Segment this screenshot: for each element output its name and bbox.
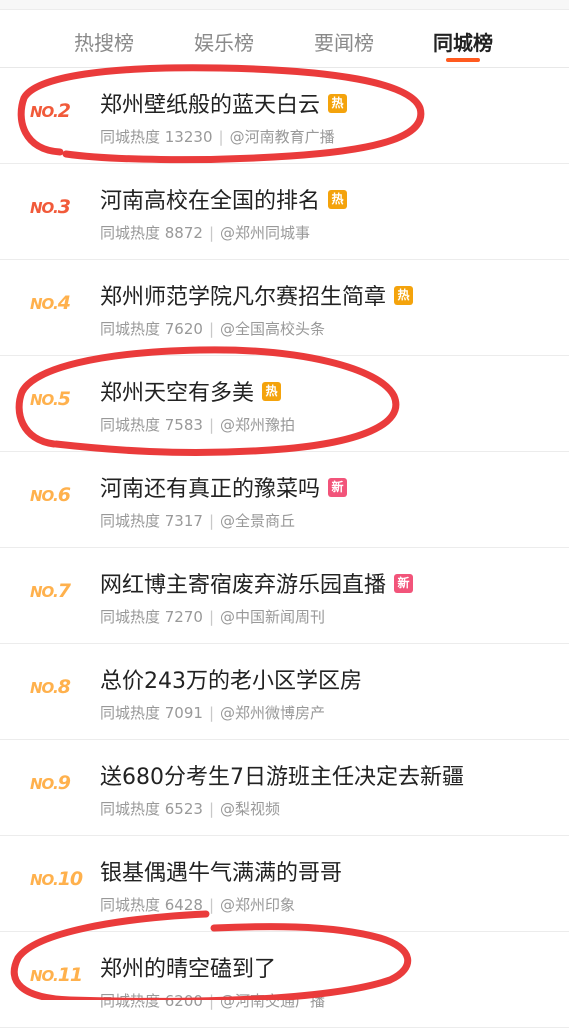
list-item[interactable]: NO.8 总价243万的老小区学区房 同城热度 7091 | @郑州微博房产 bbox=[0, 644, 569, 740]
source-account[interactable]: @梨视频 bbox=[220, 800, 280, 818]
rank-label: NO.4 bbox=[30, 292, 71, 314]
topic-meta: 同城热度 8872 | @郑州同城事 bbox=[100, 224, 311, 242]
source-account[interactable]: @郑州微博房产 bbox=[220, 704, 325, 722]
tab-entertainment[interactable]: 娱乐榜 bbox=[194, 27, 254, 56]
source-account[interactable]: @中国新闻周刊 bbox=[220, 608, 325, 626]
heat-value: 同城热度 7583 bbox=[100, 416, 203, 434]
list-item[interactable]: NO.5 郑州天空有多美热 同城热度 7583 | @郑州豫拍 bbox=[0, 356, 569, 452]
source-account[interactable]: @河南教育广播 bbox=[230, 128, 335, 146]
topic-title[interactable]: 网红博主寄宿废弃游乐园直播 bbox=[100, 573, 386, 598]
source-account[interactable]: @河南交通广播 bbox=[220, 992, 325, 1010]
topic-title[interactable]: 郑州师范学院凡尔赛招生简章 bbox=[100, 285, 386, 310]
rank-label: NO.2 bbox=[30, 100, 71, 122]
source-account[interactable]: @郑州印象 bbox=[220, 896, 295, 914]
rank-label: NO.11 bbox=[30, 964, 83, 986]
tab-news[interactable]: 要闻榜 bbox=[314, 27, 374, 56]
list-item[interactable]: NO.9 送680分考生7日游班主任决定去新疆 同城热度 6523 | @梨视频 bbox=[0, 740, 569, 836]
local-ranking-list: NO.2 郑州壁纸般的蓝天白云热 同城热度 13230 | @河南教育广播 NO.3… bbox=[0, 68, 569, 1028]
topic-title[interactable]: 郑州壁纸般的蓝天白云 bbox=[100, 93, 320, 118]
rank-label: NO.6 bbox=[30, 484, 71, 506]
topic-meta: 同城热度 7317 | @全景商丘 bbox=[100, 512, 296, 530]
heat-value: 同城热度 7620 bbox=[100, 320, 203, 338]
topic-title[interactable]: 总价243万的老小区学区房 bbox=[100, 669, 362, 694]
rank-label: NO.7 bbox=[30, 580, 71, 602]
heat-value: 同城热度 6428 bbox=[100, 896, 203, 914]
rank-label: NO.5 bbox=[30, 388, 71, 410]
topic-meta: 同城热度 7270 | @中国新闻周刊 bbox=[100, 608, 326, 626]
source-account[interactable]: @全景商丘 bbox=[220, 512, 295, 530]
list-item[interactable]: NO.11 郑州的晴空磕到了 同城热度 6200 | @河南交通广播 bbox=[0, 932, 569, 1028]
list-item[interactable]: NO.4 郑州师范学院凡尔赛招生简章热 同城热度 7620 | @全国高校头条 bbox=[0, 260, 569, 356]
heat-value: 同城热度 13230 bbox=[100, 128, 213, 146]
hot-badge: 热 bbox=[328, 93, 348, 113]
status-strip bbox=[0, 0, 569, 10]
tab-hot-search[interactable]: 热搜榜 bbox=[74, 27, 134, 56]
topic-title[interactable]: 河南高校在全国的排名 bbox=[100, 189, 320, 214]
topic-meta: 同城热度 13230 | @河南教育广播 bbox=[100, 128, 335, 146]
source-account[interactable]: @郑州同城事 bbox=[220, 224, 310, 242]
rank-label: NO.10 bbox=[30, 868, 83, 890]
active-tab-indicator bbox=[446, 58, 480, 62]
topic-meta: 同城热度 6523 | @梨视频 bbox=[100, 800, 281, 818]
topic-title[interactable]: 郑州天空有多美 bbox=[100, 381, 254, 406]
topic-meta: 同城热度 7620 | @全国高校头条 bbox=[100, 320, 326, 338]
topic-meta: 同城热度 7583 | @郑州豫拍 bbox=[100, 416, 296, 434]
topic-title[interactable]: 送680分考生7日游班主任决定去新疆 bbox=[100, 765, 464, 790]
topic-title[interactable]: 河南还有真正的豫菜吗 bbox=[100, 477, 320, 502]
heat-value: 同城热度 7317 bbox=[100, 512, 203, 530]
new-badge: 新 bbox=[328, 477, 348, 497]
heat-value: 同城热度 7270 bbox=[100, 608, 203, 626]
topic-title[interactable]: 银基偶遇牛气满满的哥哥 bbox=[100, 861, 342, 886]
topic-title[interactable]: 郑州的晴空磕到了 bbox=[100, 957, 276, 982]
source-account[interactable]: @全国高校头条 bbox=[220, 320, 325, 338]
list-item[interactable]: NO.2 郑州壁纸般的蓝天白云热 同城热度 13230 | @河南教育广播 bbox=[0, 68, 569, 164]
hot-badge: 热 bbox=[262, 381, 282, 401]
list-item[interactable]: NO.3 河南高校在全国的排名热 同城热度 8872 | @郑州同城事 bbox=[0, 164, 569, 260]
rank-label: NO.3 bbox=[30, 196, 71, 218]
ranking-tabs: 热搜榜 娱乐榜 要闻榜 同城榜 bbox=[0, 10, 569, 68]
topic-meta: 同城热度 6428 | @郑州印象 bbox=[100, 896, 296, 914]
list-item[interactable]: NO.6 河南还有真正的豫菜吗新 同城热度 7317 | @全景商丘 bbox=[0, 452, 569, 548]
topic-meta: 同城热度 7091 | @郑州微博房产 bbox=[100, 704, 326, 722]
rank-label: NO.9 bbox=[30, 772, 71, 794]
source-account[interactable]: @郑州豫拍 bbox=[220, 416, 295, 434]
list-item[interactable]: NO.10 银基偶遇牛气满满的哥哥 同城热度 6428 | @郑州印象 bbox=[0, 836, 569, 932]
hot-badge: 热 bbox=[328, 189, 348, 209]
tab-local[interactable]: 同城榜 bbox=[433, 27, 493, 56]
heat-value: 同城热度 6200 bbox=[100, 992, 203, 1010]
heat-value: 同城热度 7091 bbox=[100, 704, 203, 722]
hot-badge: 热 bbox=[394, 285, 414, 305]
new-badge: 新 bbox=[394, 573, 414, 593]
heat-value: 同城热度 6523 bbox=[100, 800, 203, 818]
list-item[interactable]: NO.7 网红博主寄宿废弃游乐园直播新 同城热度 7270 | @中国新闻周刊 bbox=[0, 548, 569, 644]
topic-meta: 同城热度 6200 | @河南交通广播 bbox=[100, 992, 326, 1010]
heat-value: 同城热度 8872 bbox=[100, 224, 203, 242]
rank-label: NO.8 bbox=[30, 676, 71, 698]
